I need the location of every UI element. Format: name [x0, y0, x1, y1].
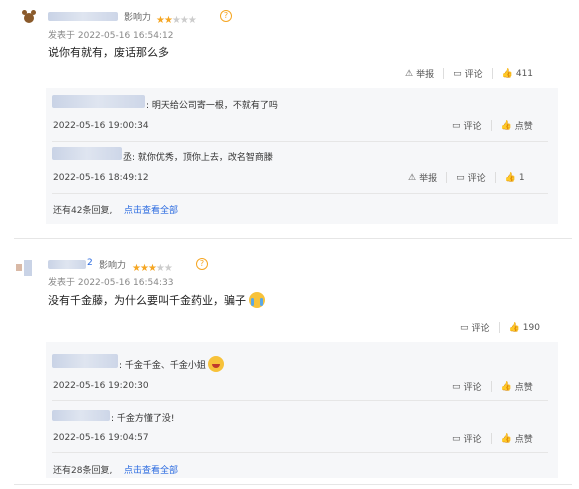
comment-button[interactable]: ▭ 评论 — [460, 321, 490, 335]
reply-comment-button[interactable]: ▭ 评论 — [452, 380, 482, 394]
comment-icon: ▭ — [460, 322, 469, 333]
divider — [490, 381, 492, 392]
influence-label: 影响力 — [124, 13, 152, 23]
thumbs-up-icon: 👍 — [500, 381, 512, 392]
reply-text: : 明天给公司寄一根，不就有了吗 — [146, 101, 278, 111]
divider — [494, 172, 496, 183]
reply-text-row: : 千金千金、千金小姐 — [119, 356, 224, 372]
reply-like-button[interactable]: 👍 点赞 — [500, 119, 533, 133]
comment-icon: ▭ — [452, 433, 461, 444]
help-icon[interactable]: ? — [196, 258, 208, 270]
warning-triangle-icon: ⚠ — [405, 68, 414, 79]
laughing-emoji-icon — [207, 356, 224, 372]
more-replies-count: 还有42条回复, — [53, 206, 113, 216]
reply-actions: ▭ 评论 👍 点赞 — [452, 119, 533, 132]
comment-icon: ▭ — [456, 172, 465, 183]
thumbs-up-icon: 👍 — [500, 120, 512, 131]
reply-actions: ⚠ 举报 ▭ 评论 👍 1 — [408, 171, 525, 184]
reply-username-blurred[interactable] — [52, 147, 122, 160]
reply-like-button[interactable]: 👍 点赞 — [500, 432, 533, 446]
comment-text: 没有千金藤，为什么要叫千金药业，骗子 — [48, 294, 246, 307]
reply-time: 2022-05-16 19:20:30 — [53, 381, 149, 391]
username-blurred[interactable] — [48, 260, 86, 269]
divider — [498, 322, 500, 333]
comment-timestamp: 发表于 2022-05-16 16:54:12 — [48, 31, 174, 41]
comment-icon: ▭ — [453, 68, 462, 79]
reply-like-button[interactable]: 👍 1 — [505, 173, 525, 183]
thumbs-up-icon: 👍 — [501, 68, 513, 79]
divider — [446, 172, 448, 183]
comment-text: 说你有就有，废话那么多 — [48, 46, 169, 59]
reply-username-blurred[interactable] — [52, 354, 118, 368]
comment-text-row: 没有千金藤，为什么要叫千金药业，骗子 — [48, 292, 265, 308]
reply-username-blurred[interactable] — [52, 410, 110, 421]
rating-stars: ★★★★★ — [156, 15, 197, 26]
view-all-replies-link[interactable]: 点击查看全部 — [124, 463, 178, 476]
divider — [443, 68, 445, 79]
comment-icon: ▭ — [452, 381, 461, 392]
reply-actions: ▭ 评论 👍 点赞 — [452, 380, 533, 393]
crying-emoji-icon — [249, 292, 265, 308]
influence-label: 影响力 — [99, 261, 127, 271]
like-button[interactable]: 👍 190 — [509, 323, 540, 333]
comment-timestamp: 发表于 2022-05-16 16:54:33 — [48, 278, 174, 288]
comment-icon: ▭ — [452, 120, 461, 131]
reply-divider — [52, 400, 548, 401]
avatar[interactable] — [22, 10, 36, 24]
reply-text: : 千金千金、千金小姐 — [119, 360, 206, 371]
like-button[interactable]: 👍 411 — [502, 69, 533, 79]
username-blurred[interactable] — [48, 12, 118, 21]
reply-comment-button[interactable]: ▭ 评论 — [452, 119, 482, 133]
thumbs-up-icon: 👍 — [504, 172, 516, 183]
comment-actions: ▭ 评论 👍 190 — [460, 321, 540, 334]
reply-divider — [52, 452, 548, 453]
comment-actions: ⚠ 举报 ▭ 评论 👍 411 — [405, 67, 533, 80]
view-all-replies-link[interactable]: 点击查看全部 — [124, 203, 178, 216]
report-button[interactable]: ⚠ 举报 — [408, 171, 437, 185]
comment-separator — [14, 238, 572, 239]
divider — [491, 68, 493, 79]
reply-text: 丞: 就你优秀，顶你上去，改名智商滕 — [123, 153, 273, 163]
avatar[interactable] — [16, 260, 38, 276]
reply-time: 2022-05-16 18:49:12 — [53, 173, 149, 183]
reply-like-button[interactable]: 👍 点赞 — [500, 380, 533, 394]
reply-text: : 千金方懂了没! — [111, 414, 175, 424]
thumbs-up-icon: 👍 — [508, 322, 520, 333]
reply-actions: ▭ 评论 👍 点赞 — [452, 432, 533, 445]
divider — [490, 433, 492, 444]
help-icon[interactable]: ? — [220, 10, 232, 22]
thumbs-up-icon: 👍 — [500, 433, 512, 444]
username-suffix: 2 — [87, 258, 93, 268]
reply-time: 2022-05-16 19:04:57 — [53, 433, 149, 443]
divider — [490, 120, 492, 131]
more-replies-count: 还有28条回复, — [53, 466, 113, 476]
reply-divider — [52, 141, 548, 142]
reply-divider — [52, 193, 548, 194]
reply-comment-button[interactable]: ▭ 评论 — [456, 171, 486, 185]
comment-separator — [14, 484, 572, 485]
reply-time: 2022-05-16 19:00:34 — [53, 121, 149, 131]
comment-button[interactable]: ▭ 评论 — [453, 67, 483, 81]
rating-stars: ★★★★★ — [132, 263, 173, 274]
reply-username-blurred[interactable] — [52, 95, 145, 108]
reply-comment-button[interactable]: ▭ 评论 — [452, 432, 482, 446]
report-button[interactable]: ⚠ 举报 — [405, 67, 434, 81]
warning-triangle-icon: ⚠ — [408, 172, 417, 183]
